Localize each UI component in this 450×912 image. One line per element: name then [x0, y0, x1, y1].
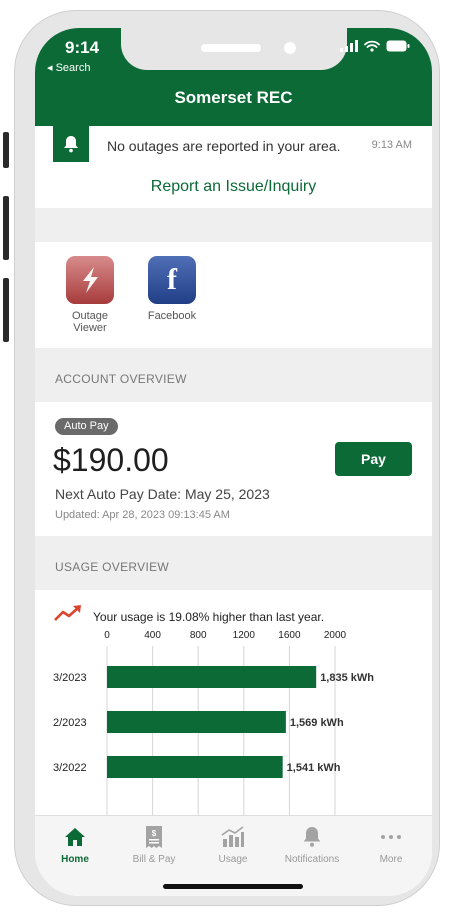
- chart-value-label: 1,541 kWh: [287, 762, 341, 774]
- usage-chart-icon: [193, 824, 273, 850]
- tab-home[interactable]: Home: [35, 824, 115, 865]
- tab-bill-pay-label: Bill & Pay: [132, 854, 176, 865]
- updated-timestamp: Updated: Apr 28, 2023 09:13:45 AM: [55, 509, 230, 521]
- lightning-icon: [66, 256, 114, 304]
- speaker: [201, 44, 261, 52]
- section-divider: [35, 208, 432, 242]
- pay-button[interactable]: Pay: [335, 442, 412, 476]
- volume-down-button: [3, 278, 9, 342]
- notch: [121, 28, 347, 70]
- main-content: No outages are reported in your area. 9:…: [35, 126, 432, 820]
- facebook-label: Facebook: [147, 310, 197, 322]
- report-issue-link[interactable]: Report an Issue/Inquiry: [35, 170, 432, 208]
- balance-amount: $190.00: [53, 442, 169, 478]
- bell-icon: [272, 824, 352, 850]
- phone-screen: 9:14 ◂ Search Somerset REC No outages ar…: [35, 28, 432, 896]
- chart-x-tick-label: 0: [104, 630, 110, 641]
- outage-banner: No outages are reported in your area. 9:…: [35, 126, 432, 170]
- chart-bar: [107, 666, 317, 688]
- camera: [284, 42, 296, 54]
- chart-x-tick-label: 800: [190, 630, 207, 641]
- tab-more-label: More: [379, 854, 403, 865]
- chart-bar: [107, 711, 286, 733]
- tab-notifications-label: Notifications: [284, 854, 340, 865]
- shortcuts-row: Outage Viewer f Facebook: [35, 242, 432, 348]
- tab-home-label: Home: [61, 854, 89, 865]
- chart-bar: [107, 756, 283, 778]
- autopay-badge: Auto Pay: [55, 418, 118, 435]
- account-overview-heading: ACCOUNT OVERVIEW: [35, 348, 432, 402]
- outage-viewer-label: Outage Viewer: [71, 310, 109, 334]
- next-autopay-date: Next Auto Pay Date: May 25, 2023: [55, 486, 270, 502]
- app-title: Somerset REC: [174, 88, 293, 107]
- tab-notifications[interactable]: Notifications: [272, 824, 352, 865]
- home-icon: [35, 824, 115, 850]
- outage-viewer-shortcut[interactable]: Outage Viewer: [55, 256, 125, 334]
- outage-timestamp: 9:13 AM: [371, 139, 412, 151]
- status-icons: [340, 40, 410, 52]
- volume-up-button: [3, 196, 9, 260]
- tab-usage-label: Usage: [218, 854, 248, 865]
- facebook-shortcut[interactable]: f Facebook: [137, 256, 207, 322]
- battery-icon: [386, 40, 410, 52]
- usage-comparison-text: Your usage is 19.08% higher than last ye…: [93, 610, 325, 624]
- bill-icon: $: [114, 824, 194, 850]
- status-time: 9:14: [65, 38, 100, 57]
- home-indicator: [163, 884, 303, 889]
- trend-up-icon: [54, 605, 81, 621]
- outage-message: No outages are reported in your area.: [107, 138, 341, 154]
- tab-usage[interactable]: Usage: [193, 824, 273, 865]
- usage-overview-card[interactable]: Your usage is 19.08% higher than last ye…: [35, 590, 432, 820]
- chart-x-tick-label: 1200: [233, 630, 256, 641]
- tab-bar: Home $ Bill & Pay Usage Notifications Mo…: [35, 815, 432, 896]
- chart-category-label: 2/2023: [53, 717, 87, 729]
- chart-x-tick-label: 400: [144, 630, 161, 641]
- tab-bill-pay[interactable]: $ Bill & Pay: [114, 824, 194, 865]
- chart-x-tick-label: 1600: [278, 630, 301, 641]
- facebook-icon: f: [148, 256, 196, 304]
- tab-more[interactable]: More: [351, 824, 431, 865]
- signal-icon: [340, 40, 358, 52]
- svg-text:$: $: [152, 829, 157, 838]
- chart-category-label: 3/2023: [53, 672, 87, 684]
- back-to-search-link[interactable]: ◂ Search: [47, 61, 90, 74]
- app-header: 9:14 ◂ Search Somerset REC: [35, 28, 432, 126]
- mute-switch: [3, 132, 9, 168]
- chart-value-label: 1,569 kWh: [290, 717, 344, 729]
- account-overview-card: Auto Pay $190.00 Pay Next Auto Pay Date:…: [35, 402, 432, 536]
- more-icon: [351, 824, 431, 850]
- chart-x-tick-label: 2000: [324, 630, 347, 641]
- wifi-icon: [364, 40, 380, 52]
- chart-value-label: 1,835 kWh: [320, 672, 374, 684]
- chart-category-label: 3/2022: [53, 762, 87, 774]
- bell-icon: [53, 126, 89, 162]
- usage-bar-chart: 0 400 800 1200 1600 2000 3/2023 1,835 kWh 2/2023…: [53, 630, 374, 820]
- usage-overview-heading: USAGE OVERVIEW: [35, 536, 432, 590]
